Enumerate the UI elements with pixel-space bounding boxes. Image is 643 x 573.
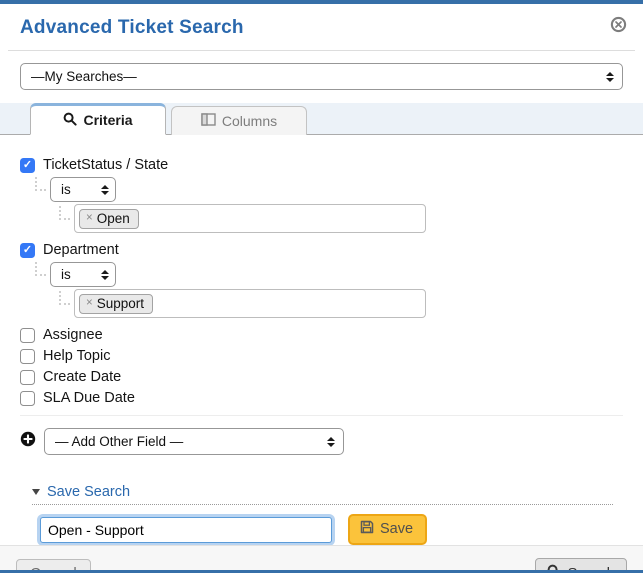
field-label-ticketstatus: TicketStatus / State [43,157,169,173]
checkbox-sla-due-date[interactable] [20,390,35,406]
floppy-disk-icon [360,520,374,538]
stepper-up-down-icon [101,269,109,280]
advanced-ticket-search-dialog: Advanced Ticket Search —My Searches— Cri… [0,0,643,573]
field-label-sla-due-date: SLA Due Date [43,390,135,406]
save-search-toggle-label: Save Search [47,484,131,500]
save-search-form: Save [40,514,603,545]
add-other-field-select[interactable]: — Add Other Field — [44,428,344,455]
dialog-title: Advanced Ticket Search [20,17,244,38]
my-searches-select[interactable]: —My Searches— [20,63,623,90]
checkbox-ticketstatus[interactable] [20,157,35,173]
token-input-ticketstatus[interactable]: × Open [74,204,426,233]
stepper-up-down-icon [101,184,109,195]
operator-select-ticketstatus[interactable]: is [50,177,116,202]
tab-columns-label: Columns [221,113,278,129]
tab-criteria-label: Criteria [83,112,133,128]
field-label-department: Department [43,242,119,258]
value-row-ticketstatus: × Open [59,204,623,233]
add-field-row: — Add Other Field — [20,415,623,455]
token-input-department[interactable]: × Support [74,289,426,318]
checkbox-create-date[interactable] [20,369,35,385]
remove-token-icon[interactable]: × [86,212,93,224]
operator-row-department: is [35,261,623,287]
token-chip[interactable]: × Support [79,293,154,314]
cancel-button[interactable]: Cancel [16,558,91,573]
field-row-help-topic: Help Topic [20,348,623,364]
field-row-department: Department [20,242,623,258]
my-searches-selected-value: —My Searches— [31,69,137,84]
field-label-assignee: Assignee [43,327,103,343]
tab-columns[interactable]: Columns [171,106,307,135]
search-button-label: Search [567,564,615,573]
save-search-toggle[interactable]: Save Search [32,484,130,500]
tree-elbow-connector [59,205,70,220]
token-chip-label: Open [96,210,130,226]
checkbox-assignee[interactable] [20,327,35,343]
remove-token-icon[interactable]: × [86,297,93,309]
plus-circle-icon [20,431,36,452]
token-chip[interactable]: × Open [79,208,139,229]
checkbox-department[interactable] [20,242,35,258]
header-divider [8,50,635,51]
triangle-down-icon [32,489,40,495]
tree-elbow-connector [59,290,70,305]
tree-elbow-connector [35,261,46,276]
field-row-sla-due-date: SLA Due Date [20,390,623,406]
tab-strip: Criteria Columns [0,103,643,135]
table-columns-icon [201,113,216,129]
save-button-label: Save [380,521,414,537]
criteria-panel: TicketStatus / State is × Open Departmen… [0,135,643,545]
circle-x-icon [610,16,627,38]
search-button[interactable]: Search [535,558,627,573]
operator-value: is [61,267,71,282]
dialog-header: Advanced Ticket Search [0,4,643,51]
operator-value: is [61,182,71,197]
field-row-create-date: Create Date [20,369,623,385]
stepper-up-down-icon [606,71,614,82]
add-other-field-value: — Add Other Field — [55,434,184,449]
stepper-up-down-icon [327,436,335,447]
field-row-assignee: Assignee [20,327,623,343]
save-button[interactable]: Save [348,514,428,545]
close-button[interactable] [609,16,627,38]
token-chip-label: Support [96,295,145,311]
operator-select-department[interactable]: is [50,262,116,287]
search-name-input[interactable] [40,516,332,543]
checkbox-help-topic[interactable] [20,348,35,364]
dialog-footer: Cancel Search [0,545,643,573]
field-row-ticketstatus: TicketStatus / State [20,157,623,173]
field-label-create-date: Create Date [43,369,122,385]
tree-elbow-connector [35,176,46,191]
value-row-department: × Support [59,289,623,318]
magnifier-icon [63,112,78,129]
cancel-button-label: Cancel [30,564,77,573]
field-label-help-topic: Help Topic [43,348,111,364]
magnifier-icon [547,564,561,570]
tab-criteria[interactable]: Criteria [30,103,166,135]
save-search-section: Save Search [32,482,613,505]
operator-row-ticketstatus: is [35,176,623,202]
